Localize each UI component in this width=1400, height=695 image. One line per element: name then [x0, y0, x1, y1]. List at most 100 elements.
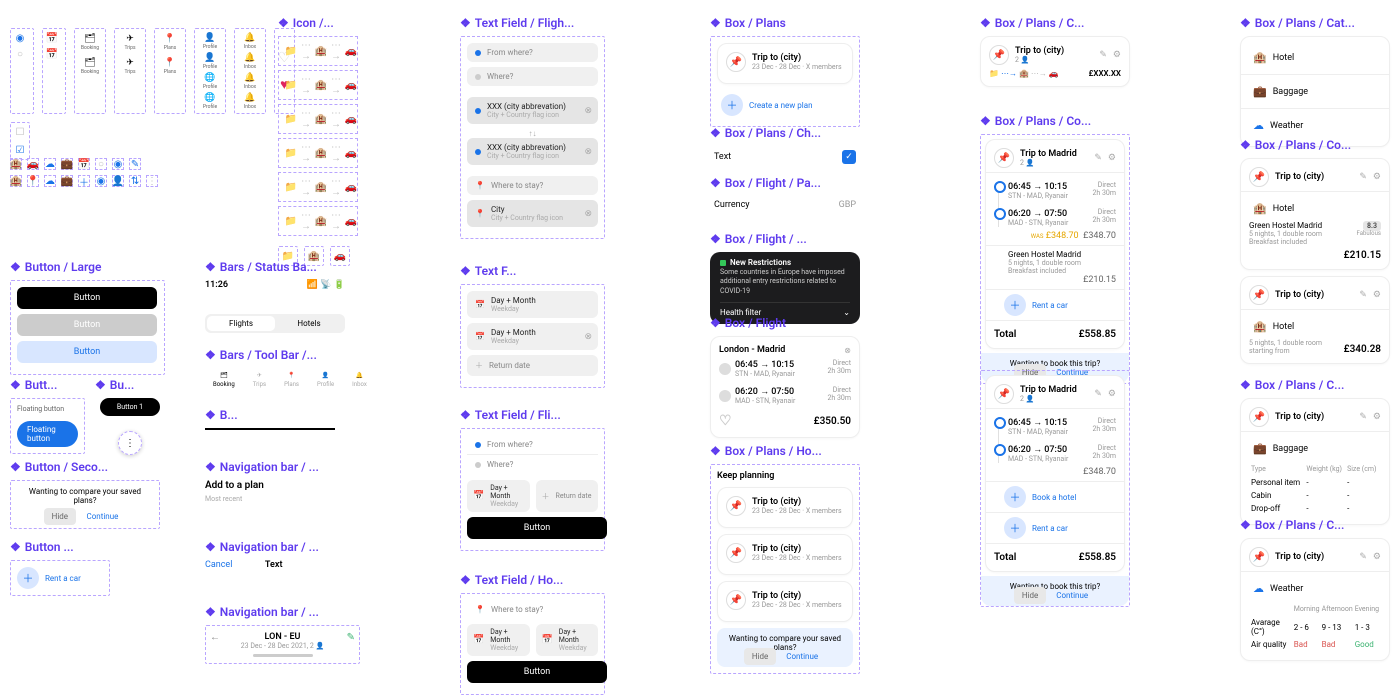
city-result[interactable]: XXX (city abbrevation)City + Country fla… — [467, 97, 598, 124]
stay-placeholder: Where to stay? — [491, 605, 543, 614]
tab-trips[interactable]: ✈Trips — [253, 372, 266, 388]
edit-icon[interactable]: ✎ — [1359, 290, 1367, 300]
hide-button[interactable]: Hide — [744, 648, 776, 665]
plus-icon-btn[interactable]: ＋ — [1004, 486, 1026, 508]
button1[interactable]: Button 1 — [100, 398, 160, 416]
hotel-from: 5 nights, 1 double room starting from — [1249, 339, 1344, 355]
flight-price: £350.50 — [814, 416, 851, 427]
tab-plans[interactable]: 📍Plans — [284, 372, 299, 388]
clear-icon[interactable]: ⊗ — [584, 106, 592, 116]
floating-button[interactable]: Floating button — [17, 421, 78, 447]
edit-icon[interactable]: ✎ — [1094, 389, 1102, 399]
cat-label: Baggage — [1273, 444, 1308, 454]
tab-booking[interactable]: 🗂Booking — [213, 372, 235, 388]
from-field[interactable]: From where? — [467, 435, 598, 455]
plus-icon-btn[interactable]: ＋ — [1004, 294, 1026, 316]
book-hotel-link[interactable]: Book a hotel — [1032, 493, 1076, 502]
return-field[interactable]: ＋Return date — [536, 480, 599, 512]
tab-inbox[interactable]: 🔔Inbox — [352, 372, 367, 388]
hotel-icon: 🏨 — [10, 158, 22, 170]
stay-field[interactable]: 📍Where to stay? — [467, 600, 598, 619]
radio-on-icon: ◉ — [14, 32, 26, 44]
gear-icon[interactable]: ⚙ — [1108, 153, 1116, 163]
section-toolbar: Bars / Tool Bar /... — [205, 348, 355, 362]
plan-card[interactable]: 📌Trip to (city)23 Dec - 28 Dec · X membe… — [717, 581, 853, 622]
cat-hotel[interactable]: 🏨Hotel — [1249, 45, 1381, 70]
continue-button[interactable]: Continue — [79, 508, 127, 525]
plan-card[interactable]: 📌Trip to (city)2 👤✎⚙ 📁 ⋯→ 🏨 ⋯→ 🚗 £XXX.XX — [980, 36, 1130, 87]
city-result[interactable]: XXX (city abbrevation)City + Country fla… — [467, 138, 598, 165]
where-field[interactable]: Where? — [467, 455, 598, 474]
edit-icon[interactable]: ✎ — [1099, 50, 1107, 60]
cat-label: Hotel — [1273, 204, 1294, 214]
edit-icon[interactable]: ✎ — [1359, 412, 1367, 422]
gear-icon[interactable]: ⚙ — [1113, 50, 1121, 60]
hide-button[interactable]: Hide — [44, 508, 76, 525]
gear-icon[interactable]: ⚙ — [1373, 290, 1381, 300]
checkbox-on[interactable]: ✓ — [842, 150, 856, 164]
date-field[interactable]: 📅Day + MonthWeekday — [467, 291, 598, 318]
rent-car-link[interactable]: Rent a car — [1032, 524, 1068, 533]
flight-card[interactable]: London - Madrid ⊗ 06:45 → 10:15STN - MAD… — [710, 336, 860, 438]
divider — [205, 428, 335, 430]
gear-icon[interactable]: ⚙ — [1373, 172, 1381, 182]
seg-time: 06:20 → 07:50 — [735, 386, 795, 397]
seg-time: 06:45 → 10:15 — [1008, 181, 1068, 192]
plan-card[interactable]: 📌Trip to (city)23 Dec - 28 Dec · X membe… — [717, 534, 853, 575]
plan-card[interactable]: 📌 Trip to (city)23 Dec - 28 Dec · X memb… — [717, 43, 853, 84]
cell: - — [1306, 490, 1345, 501]
tab-profile[interactable]: 👤Profile — [317, 372, 334, 388]
stay-field[interactable]: 📍Where to stay? — [467, 176, 598, 195]
city-field[interactable]: 📍CityCity + Country flag icon⊗ — [467, 200, 598, 227]
clear-icon[interactable]: ⊗ — [584, 147, 592, 157]
segmented-control[interactable]: Flights Hotels — [205, 314, 345, 333]
date-field[interactable]: 📅Day + MonthWeekday — [536, 624, 599, 656]
gear-icon[interactable]: ⚙ — [1373, 552, 1381, 562]
swap-icon[interactable]: ↑↓ — [467, 129, 598, 138]
btn-large-gray[interactable]: Button — [17, 314, 157, 336]
tab-label: Inbox — [352, 381, 367, 388]
plus-icon-btn[interactable]: ＋ — [17, 567, 39, 589]
search-button[interactable]: Button — [467, 661, 607, 683]
edit-icon[interactable]: ✎ — [1359, 172, 1367, 182]
edit-icon[interactable]: ✎ — [1094, 153, 1102, 163]
from-field[interactable]: From where? — [467, 43, 598, 62]
search-button[interactable]: Button — [467, 517, 607, 539]
checkbox-off-icon[interactable]: ☐ — [14, 126, 26, 138]
clear-icon[interactable]: ⊗ — [584, 332, 592, 342]
plus-icon-btn[interactable]: ＋ — [1004, 517, 1026, 539]
icon-row: 📁⋯→🏨⋯→🚗 — [278, 36, 358, 66]
clear-icon[interactable]: ⊗ — [584, 209, 592, 219]
btn-large-light[interactable]: Button — [17, 341, 157, 363]
hide-button[interactable]: Hide — [1014, 587, 1046, 604]
fav-icon[interactable]: ♡ — [719, 413, 732, 429]
btn-large-black[interactable]: Button — [17, 287, 157, 309]
rent-car-link[interactable]: Rent a car — [1032, 301, 1068, 310]
continue-button[interactable]: Continue — [1048, 587, 1096, 604]
checkbox-on-icon[interactable]: ☑ — [14, 144, 26, 156]
more-button[interactable]: ⋮ — [118, 431, 142, 455]
date-field[interactable]: 📅Day + MonthWeekday — [467, 624, 530, 656]
gear-icon[interactable]: ⚙ — [1108, 389, 1116, 399]
cat-weather[interactable]: ☁Weather — [1249, 113, 1381, 138]
back-icon[interactable]: ← — [210, 632, 220, 643]
rent-car-link[interactable]: Rent a car — [45, 574, 81, 583]
gear-icon[interactable]: ⚙ — [1373, 412, 1381, 422]
col-morning: Morning — [1294, 603, 1320, 615]
date-field[interactable]: 📅Day + MonthWeekday⊗ — [467, 323, 598, 350]
date-field[interactable]: 📅Day + MonthWeekday — [467, 480, 530, 512]
edit-icon[interactable]: ✎ — [347, 632, 355, 643]
nav-cancel[interactable]: Cancel — [205, 560, 232, 570]
seg-flights[interactable]: Flights — [207, 316, 275, 331]
where-field[interactable]: Where? — [467, 67, 598, 86]
return-field[interactable]: ＋Return date — [467, 355, 598, 376]
plus-icon-btn[interactable]: ＋ — [721, 94, 743, 116]
continue-button[interactable]: Continue — [778, 648, 826, 665]
seg-hotels[interactable]: Hotels — [275, 316, 343, 331]
close-icon[interactable]: ⊗ — [844, 346, 851, 355]
create-plan-link[interactable]: Create a new plan — [749, 101, 812, 110]
cat-baggage[interactable]: 💼Baggage — [1249, 79, 1381, 104]
edit-icon[interactable]: ✎ — [1359, 552, 1367, 562]
plan-card[interactable]: 📌Trip to (city)23 Dec - 28 Dec · X membe… — [717, 487, 853, 528]
pin-icon: 📌 — [726, 52, 746, 72]
